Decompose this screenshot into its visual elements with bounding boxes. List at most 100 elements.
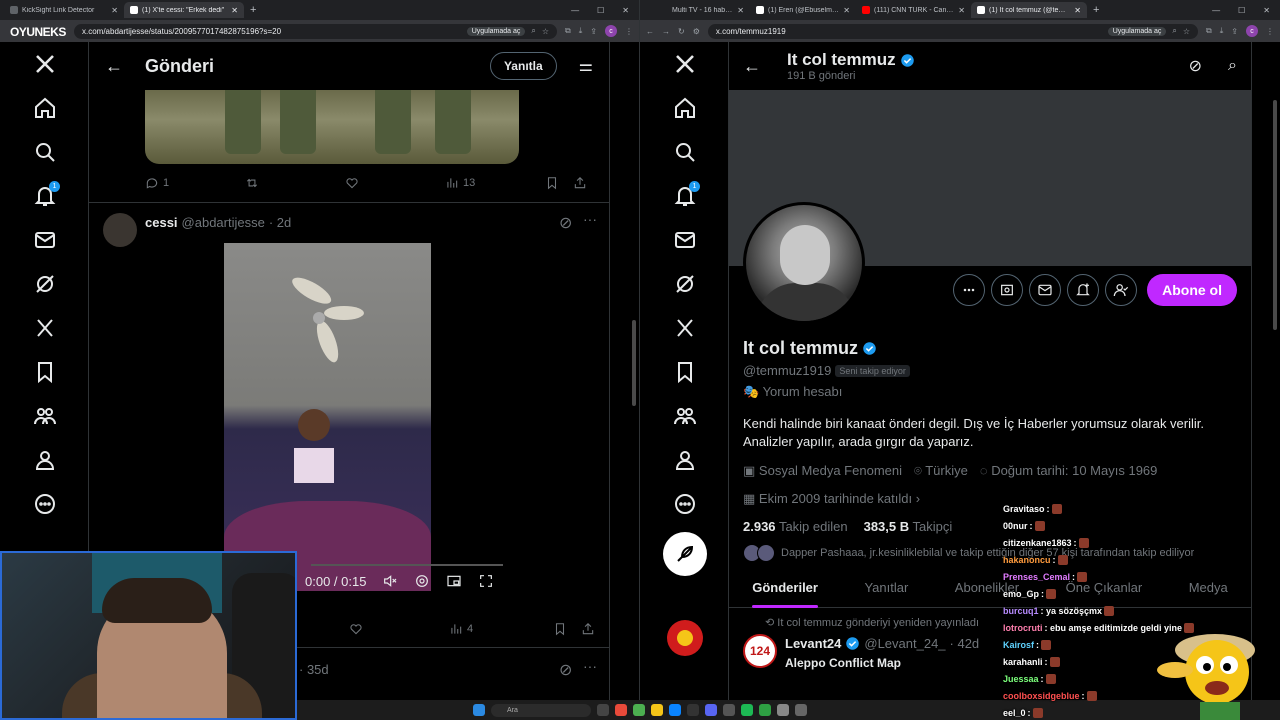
share-icon[interactable]: ⇪ — [1231, 27, 1238, 36]
maximize-icon[interactable]: ☐ — [597, 6, 604, 15]
scrollbar[interactable] — [632, 320, 636, 406]
message-button[interactable] — [1029, 274, 1062, 306]
user-handle[interactable]: @Levant_24_ — [864, 636, 945, 651]
premium-x-icon[interactable] — [23, 306, 67, 350]
profile-icon[interactable] — [23, 438, 67, 482]
pip-icon[interactable] — [446, 573, 462, 589]
forward-icon[interactable]: → — [662, 27, 670, 36]
browser-tab[interactable]: (111) CNN TÜRK - Canlı Yay ✕ — [856, 2, 971, 18]
browser-tab-active[interactable]: (1) X'te cessi: "Erkek dedi" ✕ — [124, 2, 244, 18]
following-button[interactable] — [1105, 274, 1138, 306]
x-logo-icon[interactable] — [663, 42, 707, 86]
folder-icon[interactable] — [651, 704, 663, 716]
share-action[interactable] — [573, 176, 587, 190]
app-icon[interactable] — [795, 704, 807, 716]
notifications-icon[interactable]: 1 — [663, 174, 707, 218]
app-icon[interactable] — [777, 704, 789, 716]
share-action[interactable] — [581, 622, 595, 636]
like-action[interactable] — [345, 176, 445, 190]
profile-avatar-large[interactable] — [743, 202, 865, 324]
back-icon[interactable]: ← — [646, 27, 654, 36]
browser-tab[interactable]: KickSight Link Detector ✕ — [4, 2, 124, 18]
bookmark-action[interactable] — [553, 622, 581, 636]
grok-icon[interactable] — [23, 262, 67, 306]
grok-analyze-button[interactable] — [991, 274, 1024, 306]
notify-button[interactable] — [1067, 274, 1100, 306]
avatar[interactable]: 124 — [743, 634, 777, 668]
maximize-icon[interactable]: ☐ — [1238, 6, 1245, 15]
tab-posts[interactable]: Gönderiler — [752, 580, 818, 608]
scrollbar[interactable] — [1273, 100, 1277, 330]
open-in-app-button[interactable]: Uygulamada aç — [466, 26, 526, 36]
x-logo-icon[interactable] — [23, 42, 67, 86]
bookmark-action[interactable] — [545, 176, 573, 190]
close-tab-icon[interactable]: ✕ — [737, 6, 744, 15]
reply-button[interactable]: Yanıtla — [489, 52, 557, 80]
communities-icon[interactable] — [23, 394, 67, 438]
menu-icon[interactable]: ⋮ — [625, 27, 633, 36]
back-arrow-icon[interactable]: ← — [743, 56, 761, 77]
new-tab-button[interactable]: + — [1087, 4, 1105, 16]
extensions-icon[interactable]: ⧉ — [1206, 26, 1212, 36]
views-action[interactable]: 4 — [449, 622, 553, 636]
bookmarks-icon[interactable] — [663, 350, 707, 394]
star-icon[interactable]: ☆ — [542, 27, 549, 36]
compose-post-button[interactable] — [663, 532, 707, 576]
download-icon[interactable]: ⤓ — [1220, 26, 1224, 36]
filter-icon[interactable]: ⚌ — [579, 56, 593, 76]
share-icon[interactable]: ⇪ — [590, 27, 597, 36]
subscribe-button[interactable]: Abone ol — [1147, 274, 1237, 306]
close-window-icon[interactable]: ✕ — [622, 6, 629, 15]
new-tab-button[interactable]: + — [244, 4, 262, 16]
premium-x-icon[interactable] — [663, 306, 707, 350]
communities-icon[interactable] — [663, 394, 707, 438]
spotify-icon[interactable] — [741, 704, 753, 716]
browser-tab[interactable]: (1) Eren (@Ebuselmnbelarus) /✕ — [750, 2, 856, 18]
app-icon[interactable] — [615, 704, 627, 716]
avatar[interactable] — [103, 213, 137, 247]
download-icon[interactable]: ⤓ — [579, 26, 583, 36]
following-link[interactable]: 2.936 Takip edilen — [743, 519, 848, 534]
account-avatar[interactable] — [667, 620, 703, 656]
grok-icon[interactable]: ⊘ — [559, 213, 572, 233]
grok-icon[interactable]: ⊘ — [559, 660, 572, 680]
messages-icon[interactable] — [23, 218, 67, 262]
home-icon[interactable] — [23, 86, 67, 130]
reply-action[interactable]: 1 — [145, 176, 245, 190]
search-icon[interactable] — [663, 130, 707, 174]
views-action[interactable]: 13 — [445, 176, 545, 190]
browser-tab-active[interactable]: (1) It col temmuz (@temmuz1919)✕ — [971, 2, 1087, 18]
user-handle[interactable]: @abdartijesse — [182, 215, 265, 230]
grok-icon[interactable]: ⊘ — [1189, 56, 1202, 76]
task-view-icon[interactable] — [597, 704, 609, 716]
address-bar[interactable]: x.com/temmuz1919 Uygulamada aç ⌕ ☆ — [707, 23, 1199, 39]
mute-icon[interactable] — [382, 573, 398, 589]
close-tab-icon[interactable]: ✕ — [843, 6, 850, 15]
star-icon[interactable]: ☆ — [1183, 27, 1190, 36]
settings-icon[interactable] — [414, 573, 430, 589]
tweet-cessi[interactable]: cessi @abdartijesse · 2d ⊘ ··· 0:00 / 0:… — [89, 202, 609, 611]
extensions-icon[interactable]: ⧉ — [565, 26, 571, 36]
search-icon[interactable] — [23, 130, 67, 174]
close-tab-icon[interactable]: ✕ — [1074, 6, 1081, 15]
like-action[interactable] — [349, 622, 449, 636]
windows-start-icon[interactable] — [473, 704, 485, 716]
bookmarks-icon[interactable] — [23, 350, 67, 394]
address-bar[interactable]: x.com/abdartijesse/status/20095770174828… — [74, 23, 558, 39]
discord-icon[interactable] — [705, 704, 717, 716]
app-icon[interactable] — [687, 704, 699, 716]
app-icon[interactable] — [759, 704, 771, 716]
video-progress-bar[interactable] — [311, 564, 503, 566]
followers-link[interactable]: 383,5 B Takipçi — [864, 519, 953, 534]
more-options-button[interactable] — [953, 274, 986, 306]
menu-icon[interactable]: ⋮ — [1266, 27, 1274, 36]
chrome-icon[interactable] — [633, 704, 645, 716]
more-options-icon[interactable]: ··· — [583, 658, 597, 674]
edge-icon[interactable] — [669, 704, 681, 716]
zoom-icon[interactable]: ⌕ — [531, 26, 535, 36]
minimize-icon[interactable]: — — [1212, 6, 1220, 15]
taskbar-search[interactable]: Ara — [491, 703, 591, 717]
close-tab-icon[interactable]: ✕ — [958, 6, 965, 15]
search-icon[interactable]: ⌕ — [1228, 57, 1237, 75]
grok-icon[interactable] — [663, 262, 707, 306]
